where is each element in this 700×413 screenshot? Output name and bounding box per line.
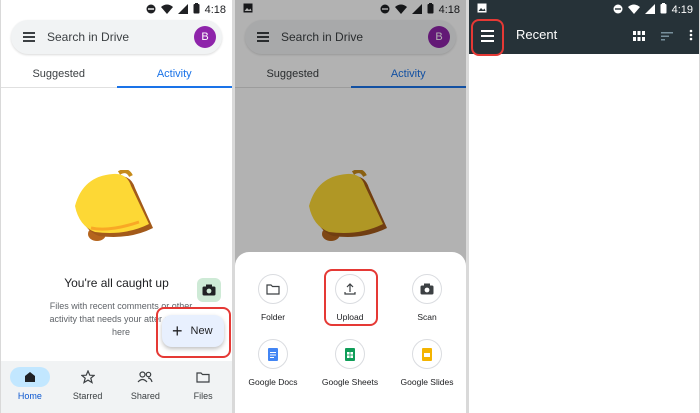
status-bar: 4:19 <box>469 0 699 18</box>
slides-icon <box>422 347 432 361</box>
sheets-icon <box>345 347 355 361</box>
wifi-icon <box>627 4 640 17</box>
action-folder[interactable]: Folder <box>236 274 310 322</box>
camera-icon <box>420 283 434 295</box>
dnd-icon <box>146 4 156 17</box>
bell-icon <box>75 170 153 241</box>
nav-shared[interactable]: Shared <box>117 361 175 413</box>
tab-bar: Suggested Activity <box>1 62 232 88</box>
camera-fab[interactable] <box>197 278 221 302</box>
grid-icon[interactable] <box>633 28 645 46</box>
wifi-icon <box>160 4 173 17</box>
page-title: Recent <box>516 27 558 42</box>
folder-icon <box>266 284 280 295</box>
highlight-upload <box>324 269 378 326</box>
drive-activity-screen: 4:18 Search in Drive B Suggested Activit… <box>1 0 232 413</box>
clock: 4:18 <box>204 4 226 16</box>
recent-screen: 4:19 Recent <box>469 0 699 413</box>
tab-activity[interactable]: Activity <box>116 62 233 88</box>
action-scan[interactable]: Scan <box>390 274 464 322</box>
tab-suggested[interactable]: Suggested <box>1 62 117 87</box>
dnd-icon <box>613 4 623 17</box>
action-google-sheets[interactable]: Google Sheets <box>313 339 387 387</box>
action-sheets-label: Google Sheets <box>321 377 379 387</box>
action-google-slides[interactable]: Google Slides <box>390 339 464 387</box>
avatar[interactable]: B <box>194 26 216 48</box>
image-icon <box>477 3 487 16</box>
signal-icon <box>644 3 655 17</box>
signal-icon <box>177 3 188 17</box>
action-folder-label: Folder <box>260 312 286 322</box>
nav-starred-label: Starred <box>72 391 103 401</box>
nav-files-label: Files <box>193 391 213 401</box>
nav-starred[interactable]: Starred <box>59 361 117 413</box>
action-slides-label: Google Slides <box>400 377 454 387</box>
action-google-docs[interactable]: Google Docs <box>236 339 310 387</box>
sort-icon[interactable] <box>661 28 673 46</box>
nav-shared-label: Shared <box>130 391 160 401</box>
clock: 4:19 <box>671 4 693 16</box>
drive-new-sheet-screen: 4:18 Search in Drive B Suggested Activit… <box>235 0 466 413</box>
more-icon[interactable] <box>689 28 693 46</box>
highlight-new <box>156 307 231 358</box>
docs-icon <box>268 347 278 361</box>
folder-icon <box>196 372 210 383</box>
search-placeholder[interactable]: Search in Drive <box>47 30 129 44</box>
home-icon <box>24 372 35 382</box>
bottom-nav: Home Starred Shared Files <box>1 361 232 413</box>
star-icon <box>80 370 95 384</box>
battery-icon <box>193 3 200 17</box>
menu-icon[interactable] <box>23 32 37 42</box>
search-bar[interactable]: Search in Drive B <box>11 20 222 54</box>
nav-home[interactable]: Home <box>1 361 59 413</box>
action-docs-label: Google Docs <box>248 377 298 387</box>
people-icon <box>137 371 153 383</box>
nav-home-label: Home <box>17 391 42 401</box>
status-bar: 4:18 <box>1 0 232 18</box>
nav-files[interactable]: Files <box>174 361 232 413</box>
camera-icon <box>202 284 216 296</box>
highlight-menu <box>471 19 504 56</box>
action-scan-label: Scan <box>417 312 437 322</box>
battery-icon <box>660 3 667 17</box>
